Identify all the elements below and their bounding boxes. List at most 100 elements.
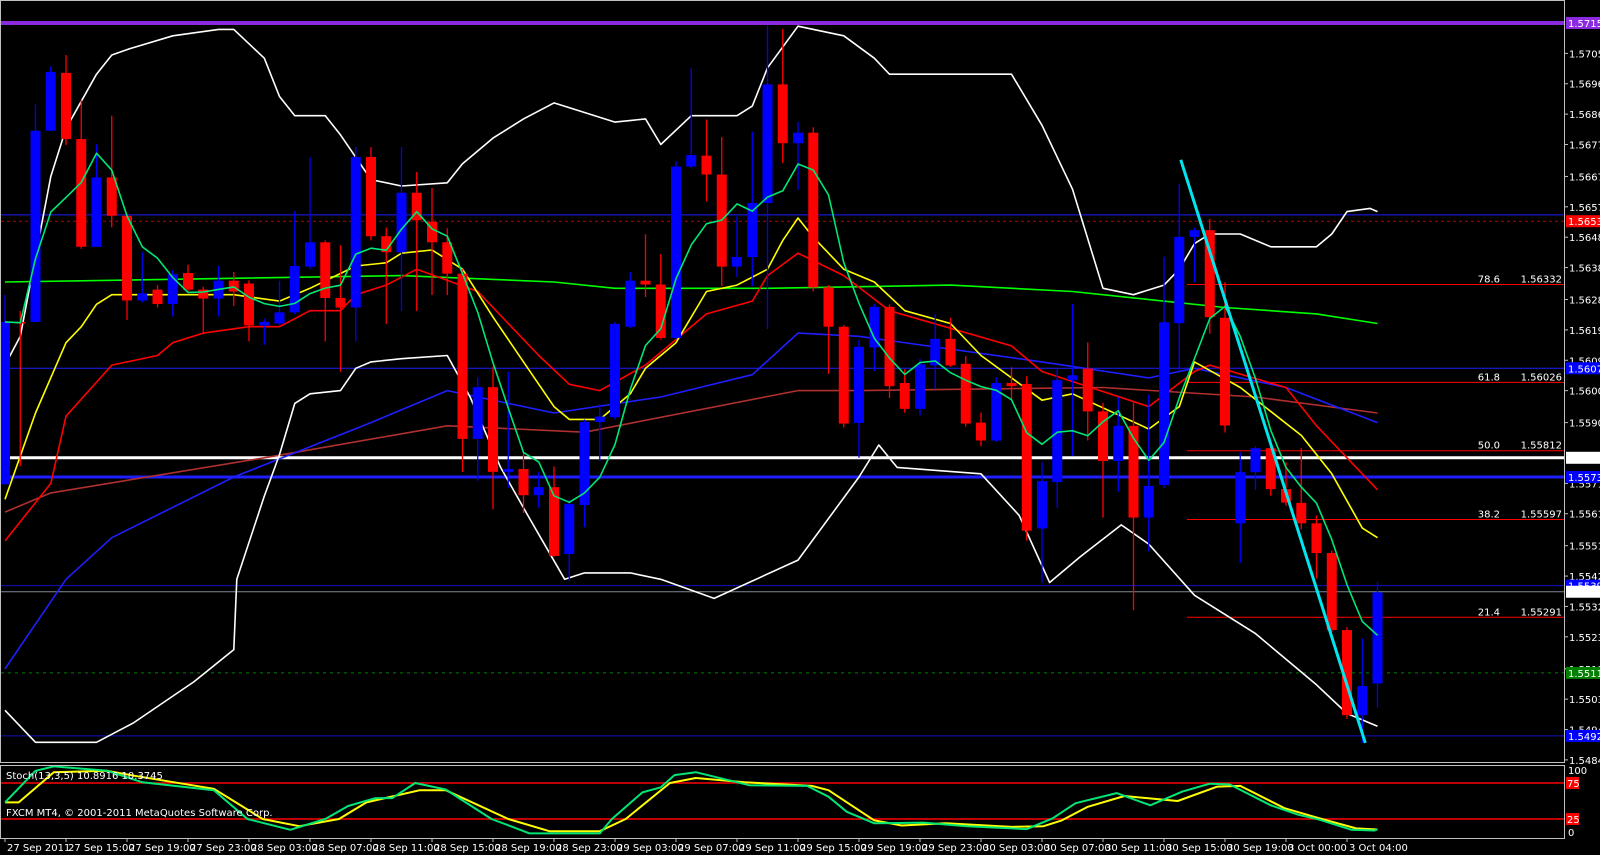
- bullish-candle[interactable]: [915, 358, 925, 416]
- price-tick-label: 1.56000: [1569, 387, 1600, 398]
- bullish-candle[interactable]: [45, 66, 56, 131]
- price-label-text: 1.55790: [1568, 454, 1600, 465]
- candle-body: [1250, 448, 1261, 473]
- time-tick-label: 28 Sep 23:00: [556, 843, 623, 854]
- stochastic-axis-label: 0: [1568, 828, 1574, 839]
- bullish-candle[interactable]: [610, 321, 620, 420]
- fibonacci-price-label: 1.55291: [1521, 607, 1562, 618]
- candle-body: [976, 422, 986, 441]
- stochastic-level-label: 25: [1567, 815, 1580, 826]
- candle-body: [594, 416, 605, 422]
- candle-body: [1113, 425, 1124, 461]
- price-tick-label: 1.56480: [1569, 233, 1600, 244]
- candle-body: [106, 177, 117, 216]
- candle-body: [1174, 236, 1185, 324]
- candle-body: [305, 242, 315, 267]
- candle-body: [1326, 553, 1337, 631]
- price-tick-label: 1.56865: [1569, 110, 1600, 121]
- fibonacci-level-label: 78.6: [1478, 275, 1500, 286]
- candle-body: [777, 84, 788, 144]
- time-tick-label: 30 Sep 15:00: [1166, 843, 1233, 854]
- fibonacci-price-label: 1.55812: [1521, 441, 1562, 452]
- time-tick-label: 29 Sep 19:00: [861, 843, 928, 854]
- price-label-text: 1.56530: [1568, 217, 1600, 228]
- candle-body: [137, 293, 148, 301]
- candle-body: [1372, 592, 1383, 684]
- candle-body: [366, 156, 376, 237]
- candle-body: [183, 273, 193, 290]
- bearish-candle[interactable]: [960, 356, 971, 427]
- time-tick-label: 28 Sep 03:00: [251, 843, 318, 854]
- time-tick-label: 27 Sep 2011: [7, 843, 70, 854]
- fibonacci-level-label: 21.4: [1478, 607, 1500, 618]
- time-tick-label: 28 Sep 15:00: [434, 843, 501, 854]
- time-tick-label: 27 Sep 15:00: [68, 843, 135, 854]
- candle-body: [167, 274, 178, 305]
- candle-body: [793, 132, 803, 144]
- bullish-candle[interactable]: [671, 161, 681, 340]
- time-tick-label: 27 Sep 19:00: [129, 843, 196, 854]
- candle-body: [960, 363, 971, 424]
- candle-body: [335, 297, 346, 308]
- copyright-text: FXCM MT4, © 2001-2011 MetaQuotes Softwar…: [6, 808, 273, 819]
- candle-body: [762, 84, 773, 203]
- bullish-candle[interactable]: [0, 295, 10, 485]
- price-tick-label: 1.56385: [1569, 264, 1600, 275]
- price-tick-label: 1.57055: [1569, 49, 1600, 60]
- candle-body: [1189, 230, 1200, 237]
- price-tick-label: 1.55035: [1569, 695, 1600, 706]
- bearish-candle[interactable]: [366, 147, 376, 241]
- fibonacci-price-label: 1.56026: [1521, 372, 1562, 383]
- fibonacci-level-label: 38.2: [1478, 509, 1500, 520]
- candle-body: [869, 306, 880, 348]
- candle-body: [457, 273, 468, 439]
- fibonacci-price-label: 1.55597: [1521, 509, 1562, 520]
- candle-body: [625, 280, 636, 327]
- time-tick-label: 30 Sep 03:00: [983, 843, 1050, 854]
- bearish-candle[interactable]: [884, 304, 895, 398]
- bearish-candle[interactable]: [1326, 550, 1337, 633]
- time-tick-label: 3 Oct 00:00: [1288, 843, 1347, 854]
- candle-body: [1159, 322, 1169, 485]
- candle-body: [396, 192, 407, 253]
- bearish-candle[interactable]: [808, 127, 819, 292]
- candle-body: [61, 72, 71, 140]
- price-chart[interactable]: 78.6 1.56332 61.8 1.56026 50.0 1.55812 38.2 1.5…: [0, 0, 1600, 855]
- candle-body: [1296, 502, 1307, 524]
- time-tick-label: 3 Oct 04:00: [1349, 843, 1408, 854]
- stochastic-axis-label: 100: [1568, 766, 1587, 777]
- price-tick-label: 1.55230: [1569, 633, 1600, 644]
- price-tick-label: 1.55900: [1569, 419, 1600, 430]
- time-tick-label: 28 Sep 19:00: [495, 843, 562, 854]
- candle-body: [1220, 317, 1230, 426]
- candle-body: [472, 387, 483, 439]
- time-tick-label: 28 Sep 11:00: [373, 843, 440, 854]
- time-tick-label: 29 Sep 07:00: [678, 843, 745, 854]
- candle-body: [244, 283, 254, 326]
- fibonacci-level-label: 50.0: [1478, 441, 1500, 452]
- price-label-text: 1.55117: [1568, 669, 1600, 680]
- candle-body: [808, 132, 819, 288]
- candle-body: [945, 338, 956, 366]
- bearish-candle[interactable]: [1021, 376, 1032, 541]
- price-tick-label: 1.55615: [1569, 510, 1600, 521]
- time-tick-label: 29 Sep 23:00: [922, 843, 989, 854]
- price-tick-label: 1.55325: [1569, 602, 1600, 613]
- bearish-candle[interactable]: [838, 325, 849, 428]
- candle-body: [45, 71, 56, 131]
- candle-body: [518, 468, 529, 496]
- candle-body: [1311, 523, 1322, 554]
- price-tick-label: 1.56670: [1569, 172, 1600, 183]
- candle-body: [732, 257, 742, 267]
- price-tick-label: 1.56960: [1569, 80, 1600, 91]
- candle-body: [1037, 481, 1047, 529]
- bullish-candle[interactable]: [30, 104, 41, 322]
- stochastic-level-label: 75: [1567, 779, 1580, 790]
- candle-body: [701, 155, 712, 175]
- candle-body: [1067, 375, 1078, 381]
- bullish-candle[interactable]: [991, 377, 1002, 442]
- price-label-text: 1.57150: [1568, 19, 1600, 30]
- candle-body: [91, 177, 102, 247]
- candle-body: [1235, 472, 1246, 524]
- candle-body: [533, 487, 544, 496]
